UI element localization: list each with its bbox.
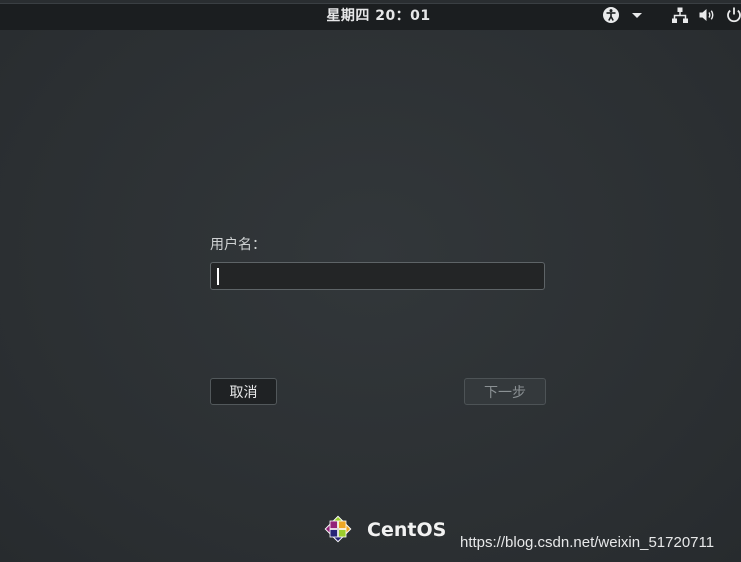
centos-logo-icon <box>324 515 352 543</box>
next-button[interactable]: 下一步 <box>464 378 546 405</box>
accessibility-icon <box>603 7 619 23</box>
accessibility-dropdown[interactable] <box>628 6 646 24</box>
top-bar: 星期四 20：01 <box>0 0 741 30</box>
brand-name: CentOS <box>367 519 447 541</box>
chevron-down-icon <box>632 13 642 18</box>
power-menu[interactable] <box>725 6 741 24</box>
volume-menu[interactable] <box>698 6 716 24</box>
watermark-url: https://blog.csdn.net/weixin_51720711 <box>460 534 715 551</box>
text-cursor <box>217 268 219 285</box>
power-icon <box>727 7 741 23</box>
username-input[interactable] <box>210 262 545 290</box>
network-menu[interactable] <box>671 6 689 24</box>
network-icon <box>672 7 688 23</box>
login-screen: 星期四 20：01 用户名： 取消 下一步 CentOS https://blo… <box>0 0 741 562</box>
top-bar-edge <box>0 0 741 4</box>
cancel-button[interactable]: 取消 <box>210 378 277 405</box>
volume-icon <box>699 9 714 21</box>
accessibility-menu[interactable] <box>602 6 620 24</box>
username-label: 用户名： <box>210 237 266 253</box>
